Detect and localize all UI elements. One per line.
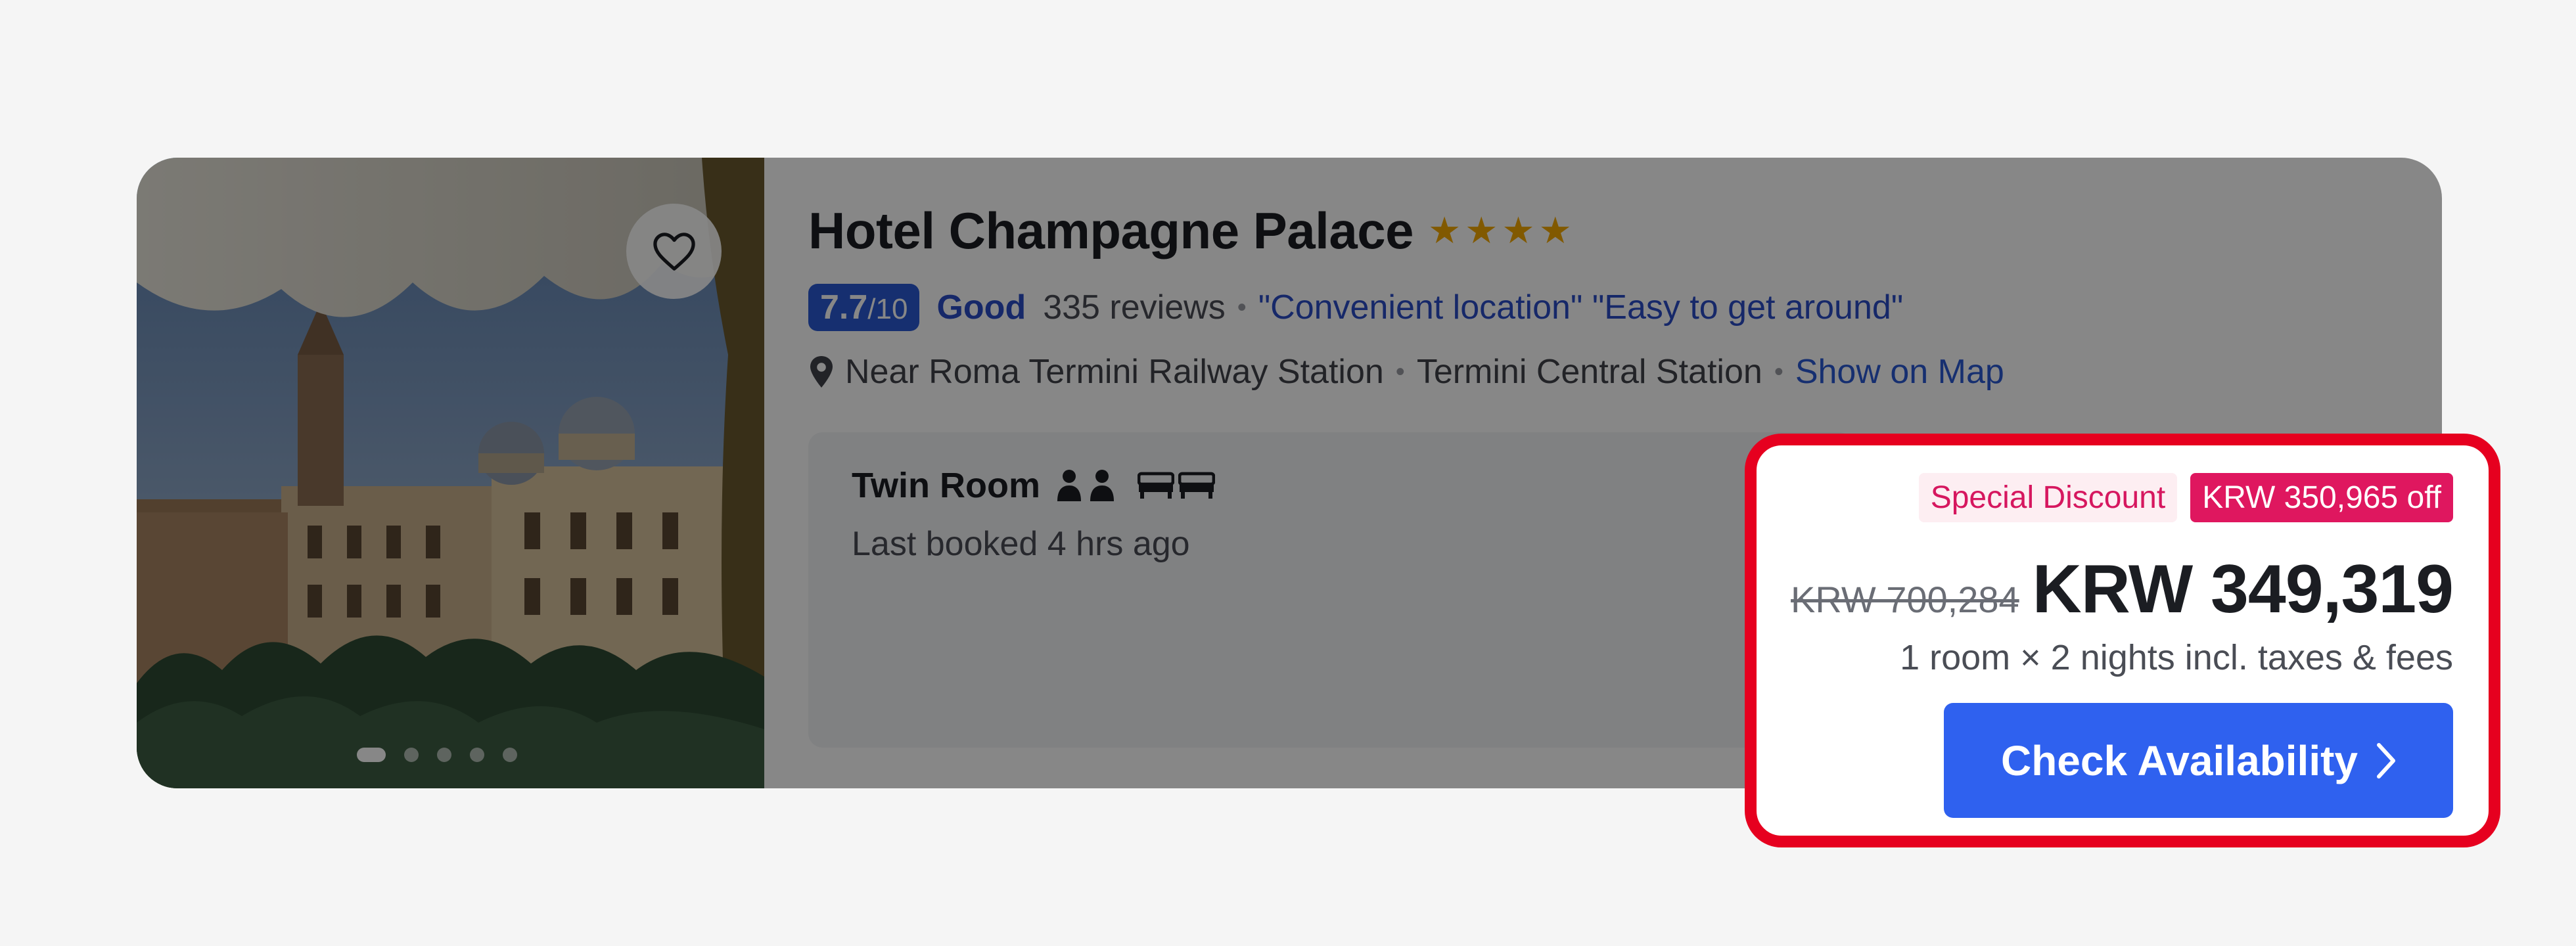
- carousel-dot[interactable]: [404, 748, 419, 762]
- score-badge: 7.7/10: [808, 284, 920, 331]
- rating-row: 7.7/10 Good 335 reviews • "Convenient lo…: [808, 284, 1903, 331]
- star-icon: ★: [1538, 209, 1572, 252]
- price-panel: Special Discount KRW 350,965 off KRW 700…: [1745, 434, 2500, 847]
- hotel-title-row: Hotel Champagne Palace ★ ★ ★ ★: [808, 201, 1572, 261]
- person-icon: [1090, 470, 1114, 501]
- location-near: Near Roma Termini Railway Station: [845, 353, 1384, 391]
- discount-amount-badge: KRW 350,965 off: [2190, 473, 2453, 522]
- discount-badges: Special Discount KRW 350,965 off: [1918, 473, 2453, 522]
- show-on-map-link[interactable]: Show on Map: [1795, 352, 2004, 392]
- check-availability-label: Check Availability: [2000, 736, 2358, 784]
- favorite-button[interactable]: [626, 204, 722, 299]
- bed-icon: [1178, 472, 1215, 499]
- separator-dot: •: [1774, 357, 1783, 386]
- current-price: KRW 349,319: [2032, 551, 2454, 627]
- original-price: KRW 700,284: [1791, 579, 2019, 620]
- location-station: Termini Central Station: [1416, 353, 1762, 391]
- review-count[interactable]: 335 reviews: [1043, 288, 1225, 327]
- carousel-dot[interactable]: [503, 748, 517, 762]
- score-scale: /10: [867, 293, 908, 325]
- person-icon: [1057, 470, 1081, 501]
- review-highlights: "Convenient location" "Easy to get aroun…: [1258, 288, 1904, 327]
- room-title-row: Twin Room: [852, 465, 1215, 506]
- photo-carousel-dots[interactable]: [357, 748, 517, 762]
- star-icon: ★: [1502, 209, 1535, 252]
- score-value: 7.7: [820, 288, 868, 327]
- star-rating: ★ ★ ★ ★: [1427, 209, 1572, 252]
- room-capacity-icons: [1055, 468, 1215, 503]
- heart-icon: [653, 232, 695, 271]
- separator-dot: •: [1395, 357, 1405, 386]
- rating-word: Good: [936, 288, 1026, 327]
- hotel-name[interactable]: Hotel Champagne Palace: [808, 201, 1414, 261]
- room-card[interactable]: Twin Room Last booked 4 hrs ago: [808, 432, 1853, 748]
- price-note: 1 room × 2 nights incl. taxes & fees: [1900, 638, 2453, 677]
- special-discount-badge: Special Discount: [1918, 473, 2178, 522]
- carousel-dot[interactable]: [437, 748, 451, 762]
- chevron-right-icon: [2376, 742, 2396, 779]
- last-booked-text: Last booked 4 hrs ago: [852, 525, 1190, 563]
- price-row: KRW 700,284 KRW 349,319: [1791, 551, 2454, 629]
- hotel-photo[interactable]: [137, 158, 764, 788]
- star-icon: ★: [1465, 209, 1498, 252]
- room-name: Twin Room: [852, 466, 1040, 505]
- separator-dot: •: [1237, 292, 1247, 322]
- bed-icon: [1137, 472, 1174, 499]
- map-pin-icon: [808, 355, 835, 389]
- star-icon: ★: [1427, 209, 1461, 252]
- carousel-dot[interactable]: [470, 748, 484, 762]
- check-availability-button[interactable]: Check Availability: [1944, 703, 2453, 818]
- carousel-dot[interactable]: [357, 748, 386, 762]
- location-row: Near Roma Termini Railway Station • Term…: [808, 352, 2004, 392]
